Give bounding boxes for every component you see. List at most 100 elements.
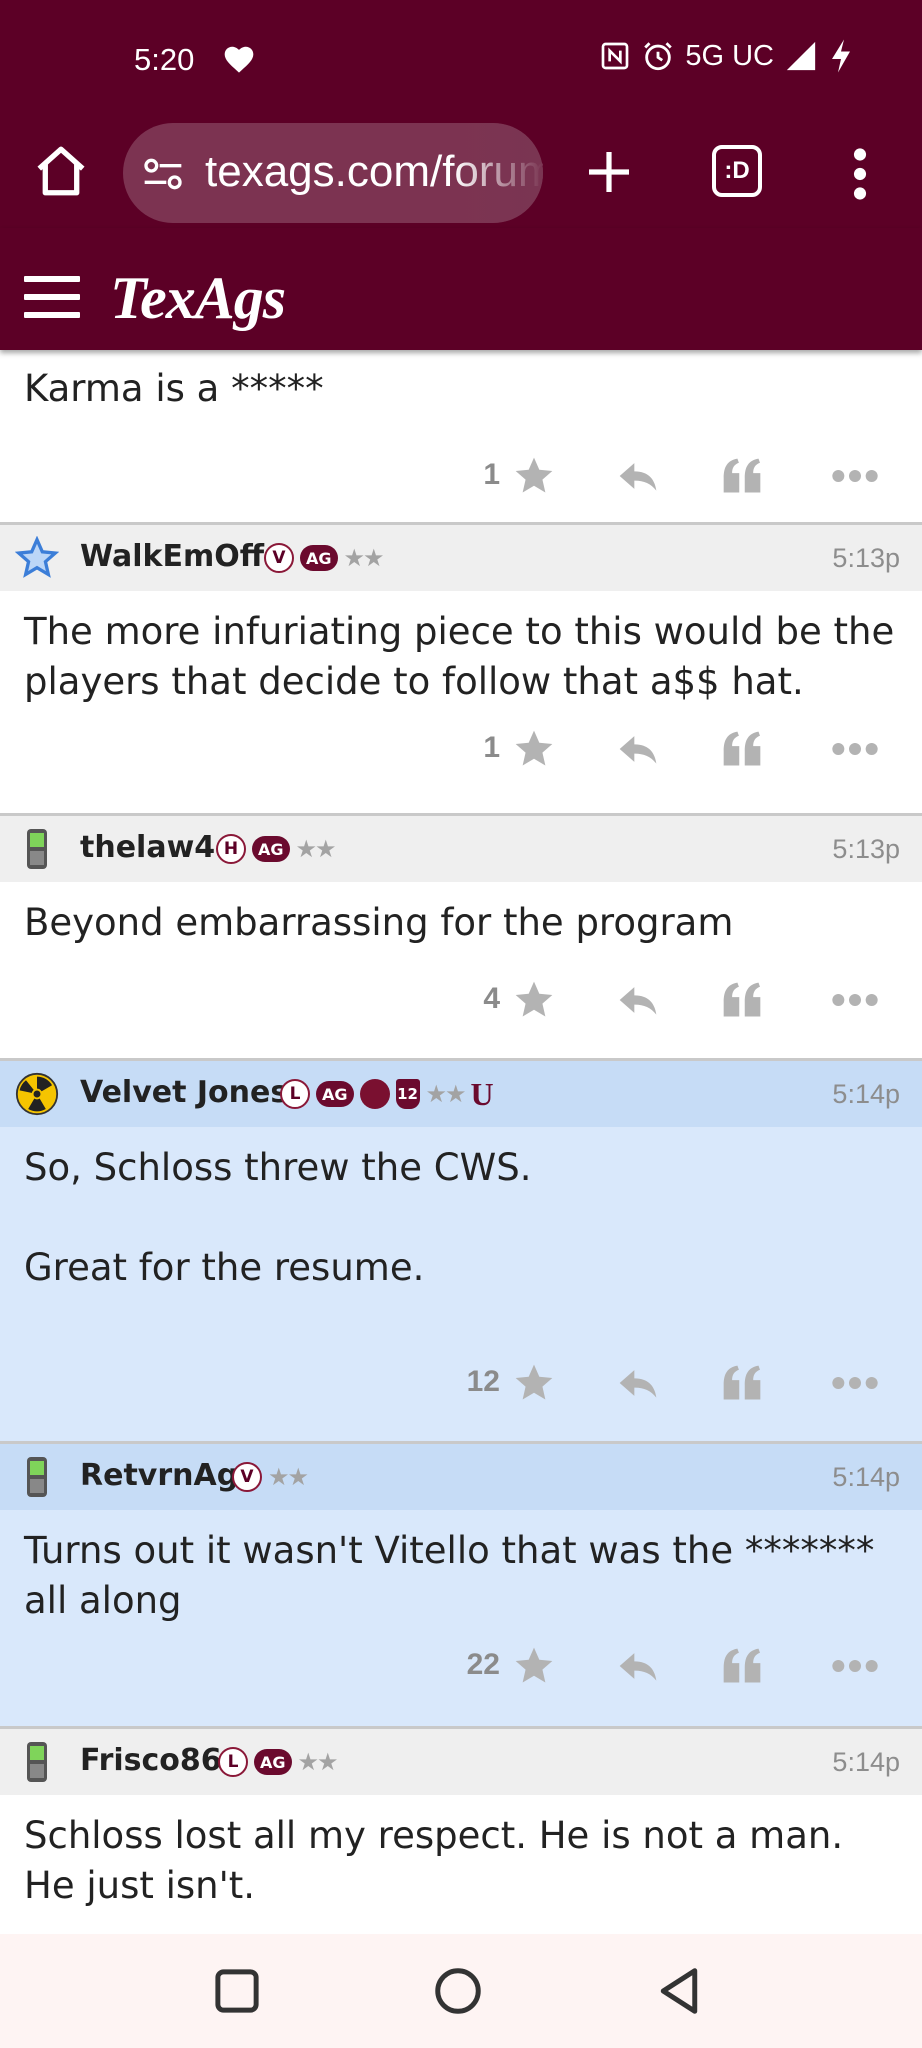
post-header: WalkEmOff V AG ★★ 5:13p [0,525,922,591]
radiation-icon [14,1071,60,1117]
username[interactable]: Velvet Jones [80,1075,288,1110]
charging-icon [832,39,850,73]
post-actions: 1 [0,707,922,813]
badge-h: H [216,834,246,864]
quote-icon[interactable] [720,978,764,1022]
system-nav-bar [0,1934,922,2048]
star-icon[interactable] [512,727,556,771]
badge-stars: ★★ [295,835,337,863]
username[interactable]: Frisco86 [80,1743,222,1778]
badge-v: V [264,543,294,573]
badge-v: V [232,1462,262,1492]
badge-stars: ★★ [425,1080,467,1108]
post-body: Beyond embarrassing for the program [24,901,734,944]
post-score: 1 [483,458,500,491]
reply-icon[interactable] [616,978,660,1022]
heart-icon [224,46,254,73]
post-item: WalkEmOff V AG ★★ 5:13p The more infuria… [0,525,922,816]
username[interactable]: thelaw4 [80,830,215,865]
post-actions: 1 [0,414,922,522]
badge-ag: AG [254,1749,292,1775]
post-body: The more infuriating piece to this would… [24,610,906,703]
network-label: 5G UC [685,39,774,72]
user-badges: V ★★ [232,1462,309,1492]
status-indicators: 5G UC [599,38,854,74]
star-icon[interactable] [512,1644,556,1688]
user-badges: L AG 12 ★★ U [280,1076,494,1112]
post-score: 12 [466,1365,500,1398]
badge-l: L [280,1079,310,1109]
back-icon[interactable] [652,1964,706,2018]
hamburger-menu-icon[interactable] [24,276,80,318]
post-feed: Karma is a ***** 1 WalkEmOff V AG ★★ 5:1… [0,350,922,1934]
badge-12th-man: 12 [395,1079,420,1109]
post-time: 5:13p [832,543,900,573]
badge-ag: AG [316,1081,354,1107]
more-options-icon[interactable] [830,1644,880,1688]
badge-stars: ★★ [343,544,385,572]
phone-icon [14,1454,60,1500]
url-fade [453,123,543,223]
tab-switcher-button[interactable]: :D [712,145,762,197]
more-options-icon[interactable] [830,454,880,498]
phone-icon [14,1739,60,1785]
post-body: Schloss lost all my respect. He is not a… [24,1814,855,1907]
quote-icon[interactable] [720,727,764,771]
phone-icon [14,826,60,872]
badge-ag: AG [300,545,338,571]
user-badges: V AG ★★ [264,543,385,573]
site-settings-icon[interactable] [143,157,183,191]
post-actions: 4 [0,948,922,1058]
star-icon[interactable] [512,454,556,498]
team-logo-icon [359,1079,390,1109]
post-actions: 5 [0,1911,922,1934]
user-badges: L AG ★★ [218,1747,339,1777]
badge-stars: ★★ [297,1748,339,1776]
more-options-icon[interactable] [830,727,880,771]
signal-icon [786,41,816,71]
nfc-icon [602,42,629,70]
more-options-icon[interactable] [830,1361,880,1405]
post-actions: 12 [0,1293,922,1441]
reply-icon[interactable] [616,454,660,498]
post-header: Frisco86 L AG ★★ 5:14p [0,1729,922,1795]
post-time: 5:13p [832,834,900,864]
home-icon[interactable] [32,142,90,200]
post-item: Karma is a ***** 1 [0,350,922,525]
quote-icon[interactable] [720,1361,764,1405]
site-header: TexAgs [0,228,922,350]
post-header: RetvrnAg V ★★ 5:14p [0,1444,922,1510]
username[interactable]: WalkEmOff [80,539,264,574]
badge-ag: AG [252,836,290,862]
post-time: 5:14p [832,1747,900,1777]
post-body: Turns out it wasn't Vitello that was the… [24,1529,887,1622]
alarm-icon [644,42,673,71]
reply-icon[interactable] [616,727,660,771]
reply-icon[interactable] [616,1644,660,1688]
new-tab-icon[interactable] [585,148,633,196]
texags-logo[interactable]: TexAgs [110,264,286,333]
more-options-icon[interactable] [830,978,880,1022]
post-time: 5:14p [832,1079,900,1109]
more-menu-icon[interactable] [850,148,870,200]
address-bar[interactable]: texags.com/forums [123,123,543,223]
badge-stars: ★★ [268,1463,309,1491]
post-item: RetvrnAg V ★★ 5:14p Turns out it wasn't … [0,1444,922,1729]
star-icon[interactable] [512,1361,556,1405]
post-score: 22 [466,1648,500,1681]
reply-icon[interactable] [616,1361,660,1405]
star-icon[interactable] [512,978,556,1022]
post-body: Karma is a ***** [24,367,324,410]
badge-u: U [470,1076,494,1112]
blue-star-icon [14,535,60,581]
badge-l: L [218,1747,248,1777]
quote-icon[interactable] [720,1644,764,1688]
username[interactable]: RetvrnAg [80,1458,238,1493]
post-score: 1 [483,731,500,764]
post-item: Velvet Jones L AG 12 ★★ U 5:14p So, Schl… [0,1061,922,1444]
quote-icon[interactable] [720,454,764,498]
post-item: Frisco86 L AG ★★ 5:14p Schloss lost all … [0,1729,922,1934]
post-score: 4 [483,982,500,1015]
recents-icon[interactable] [210,1964,264,2018]
home-circle-icon[interactable] [431,1964,485,2018]
